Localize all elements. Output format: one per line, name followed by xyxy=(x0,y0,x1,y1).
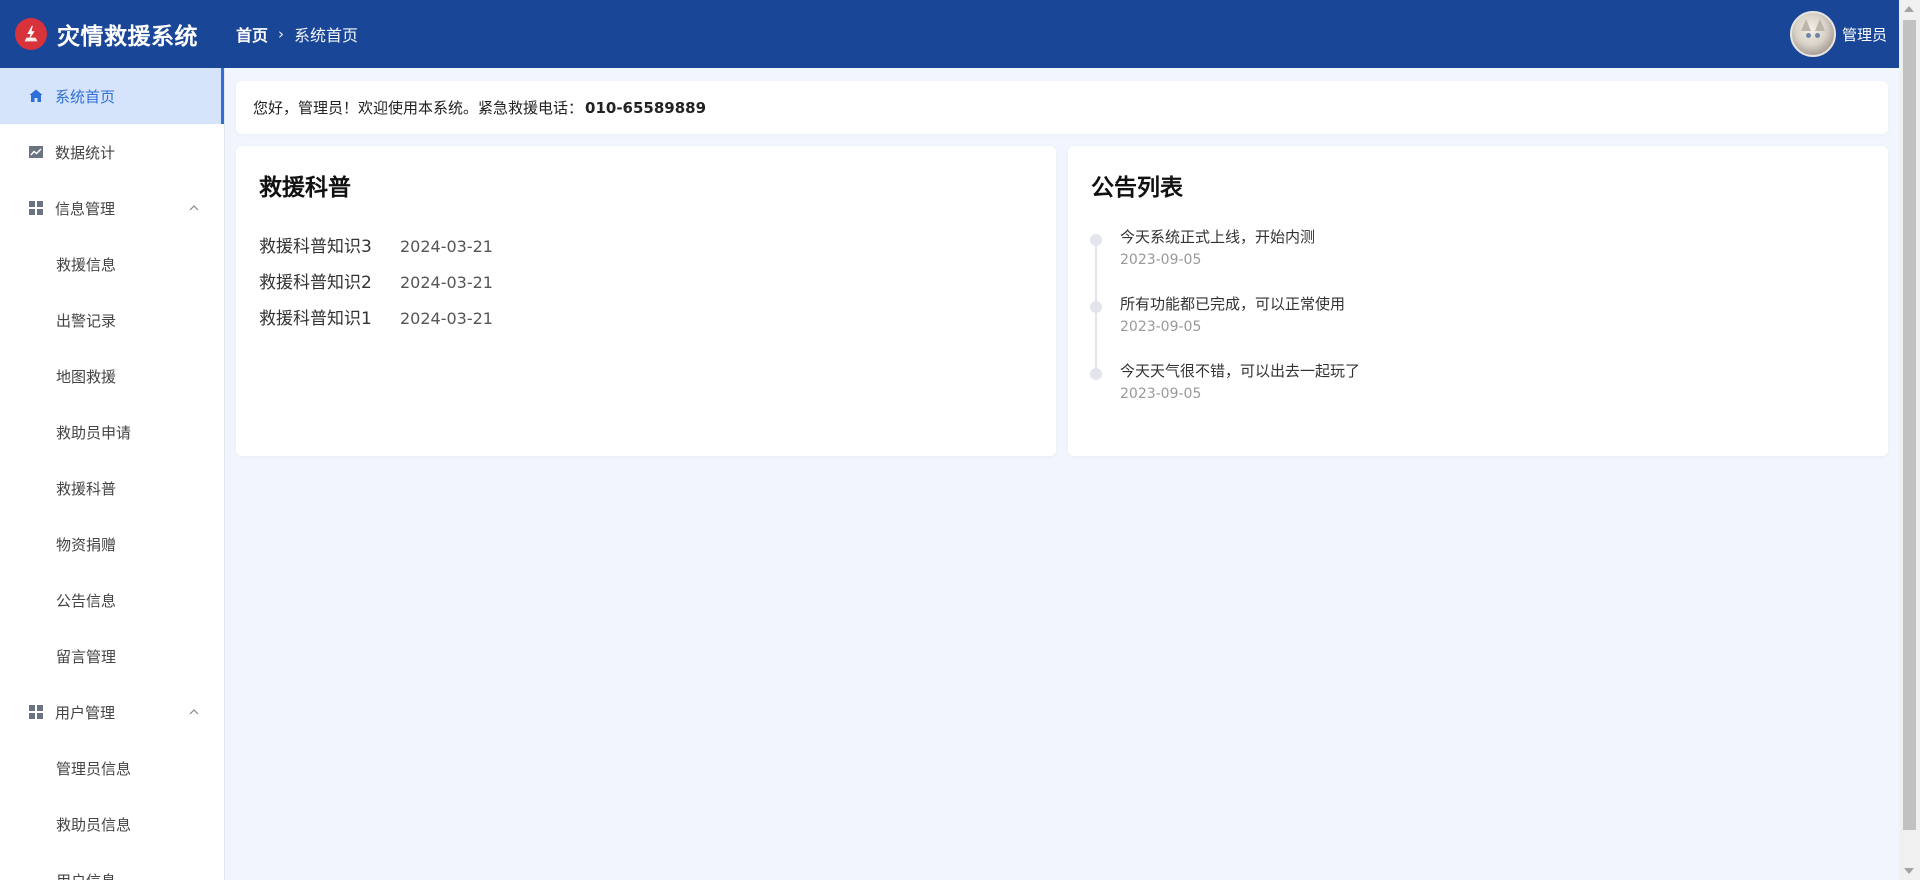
page-scrollbar[interactable] xyxy=(1899,0,1920,880)
rescue-logo-icon xyxy=(15,18,47,50)
chevron-up-icon xyxy=(189,205,199,211)
notice-content: 所有功能都已完成，可以正常使用 xyxy=(1120,295,1346,313)
timeline-dot xyxy=(1090,301,1102,313)
science-item-title[interactable]: 救援科普知识3 xyxy=(259,232,400,257)
notice-timeline: 今天系统正式上线，开始内测 2023-09-05 所有功能都已完成，可以正常使用… xyxy=(1088,226,1360,427)
card-title: 公告列表 xyxy=(1091,175,1183,201)
list-item[interactable]: 救援科普知识3 2024-03-21 xyxy=(259,232,493,268)
science-item-date: 2024-03-21 xyxy=(400,309,493,328)
breadcrumb: 首页 › 系统首页 xyxy=(236,22,358,46)
brand: 灾情救援系统 xyxy=(0,17,236,51)
home-icon xyxy=(28,88,44,104)
sidebar-item-messages[interactable]: 留言管理 xyxy=(0,628,224,684)
notice-date: 2023-09-05 xyxy=(1120,252,1202,268)
top-header: 灾情救援系统 首页 › 系统首页 管理员 xyxy=(0,0,1899,68)
scroll-down-arrow-icon[interactable] xyxy=(1904,868,1914,874)
sidebar-item-admin-info[interactable]: 管理员信息 xyxy=(0,740,224,796)
science-item-title[interactable]: 救援科普知识1 xyxy=(259,304,400,329)
app-title: 灾情救援系统 xyxy=(57,24,198,50)
grid-icon xyxy=(28,704,44,720)
science-card: 救援科普 救援科普知识3 2024-03-21 救援科普知识2 2024-03-… xyxy=(236,146,1056,456)
notices-card: 公告列表 今天系统正式上线，开始内测 2023-09-05 所有功能都已完成，可… xyxy=(1068,146,1888,456)
chart-icon xyxy=(28,144,44,160)
list-item[interactable]: 救援科普知识1 2024-03-21 xyxy=(259,304,493,340)
sidebar-item-statistics[interactable]: 数据统计 xyxy=(0,124,224,180)
scrollbar-thumb[interactable] xyxy=(1903,20,1916,830)
avatar[interactable] xyxy=(1789,11,1836,57)
welcome-text: 您好，管理员！欢迎使用本系统。紧急救援电话： xyxy=(253,99,584,117)
sidebar-group-user-management[interactable]: 用户管理 xyxy=(0,684,224,740)
notice-date: 2023-09-05 xyxy=(1120,386,1202,402)
chevron-up-icon xyxy=(189,709,199,715)
timeline-item: 所有功能都已完成，可以正常使用 2023-09-05 xyxy=(1088,293,1360,360)
user-menu[interactable]: 管理员 xyxy=(1789,11,1899,57)
sidebar-item-notices[interactable]: 公告信息 xyxy=(0,572,224,628)
science-list: 救援科普知识3 2024-03-21 救援科普知识2 2024-03-21 救援… xyxy=(259,232,493,340)
breadcrumb-separator: › xyxy=(278,25,285,43)
notice-date: 2023-09-05 xyxy=(1120,319,1202,335)
sidebar-item-label: 信息管理 xyxy=(55,199,116,218)
science-item-title[interactable]: 救援科普知识2 xyxy=(259,268,400,293)
notice-content: 今天天气很不错，可以出去一起玩了 xyxy=(1120,362,1361,380)
sidebar-item-rescuer-info[interactable]: 救助员信息 xyxy=(0,796,224,852)
sidebar-item-map-rescue[interactable]: 地图救援 xyxy=(0,348,224,404)
sidebar-item-home[interactable]: 系统首页 xyxy=(0,68,224,124)
sidebar-group-info-management[interactable]: 信息管理 xyxy=(0,180,224,236)
sidebar-item-rescue-science[interactable]: 救援科普 xyxy=(0,460,224,516)
science-item-date: 2024-03-21 xyxy=(400,237,493,256)
notice-content: 今天系统正式上线，开始内测 xyxy=(1120,228,1316,246)
welcome-banner: 您好，管理员！欢迎使用本系统。紧急救援电话： 010-65589889 xyxy=(236,81,1888,134)
timeline-item: 今天系统正式上线，开始内测 2023-09-05 xyxy=(1088,226,1360,293)
timeline-dot xyxy=(1090,234,1102,246)
sidebar-item-rescue-info[interactable]: 救援信息 xyxy=(0,236,224,292)
breadcrumb-home[interactable]: 首页 xyxy=(236,22,268,46)
timeline-dot xyxy=(1090,368,1102,380)
list-item[interactable]: 救援科普知识2 2024-03-21 xyxy=(259,268,493,304)
sidebar-item-label: 系统首页 xyxy=(55,87,116,106)
scroll-up-arrow-icon[interactable] xyxy=(1904,6,1914,12)
science-item-date: 2024-03-21 xyxy=(400,273,493,292)
sidebar: 系统首页 数据统计 信息管理 救援信息 出警记录 地图救援 救助员申请 救援科普… xyxy=(0,68,225,880)
breadcrumb-current: 系统首页 xyxy=(294,26,359,45)
timeline-item: 今天天气很不错，可以出去一起玩了 2023-09-05 xyxy=(1088,360,1360,427)
card-title: 救援科普 xyxy=(259,175,351,201)
sidebar-item-dispatch-records[interactable]: 出警记录 xyxy=(0,292,224,348)
sidebar-item-user-info[interactable]: 用户信息 xyxy=(0,852,224,880)
sidebar-item-label: 用户管理 xyxy=(55,703,116,722)
sidebar-item-donations[interactable]: 物资捐赠 xyxy=(0,516,224,572)
user-name[interactable]: 管理员 xyxy=(1842,24,1887,45)
emergency-phone: 010-65589889 xyxy=(585,98,707,117)
grid-icon xyxy=(28,200,44,216)
sidebar-item-rescuer-application[interactable]: 救助员申请 xyxy=(0,404,224,460)
sidebar-item-label: 数据统计 xyxy=(55,143,116,162)
